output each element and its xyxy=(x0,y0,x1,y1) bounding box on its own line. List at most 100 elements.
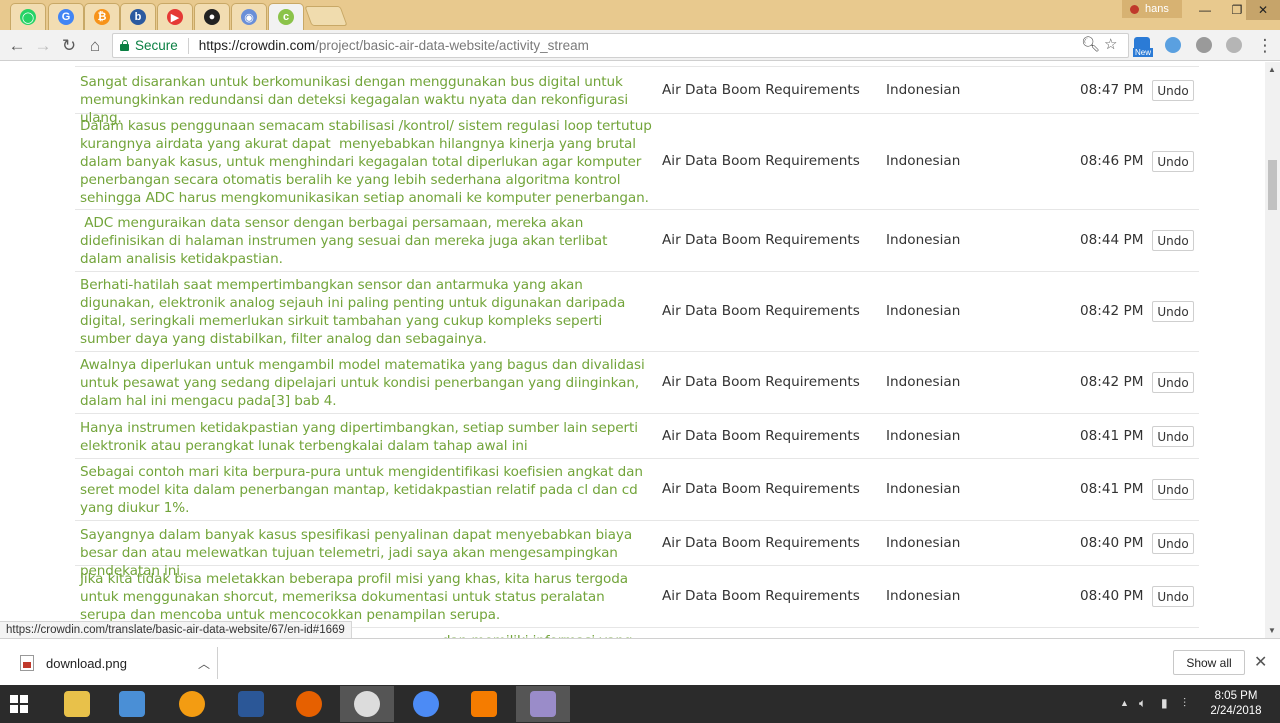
undo-button[interactable]: Undo xyxy=(1152,586,1194,607)
browser-tab[interactable]: b xyxy=(120,3,156,30)
firefox-icon xyxy=(296,691,322,717)
table-row-cutoff-top xyxy=(75,62,1199,67)
new-tab-button[interactable] xyxy=(304,6,348,26)
extension-puzzle-icon[interactable] xyxy=(1165,37,1181,53)
close-icon[interactable]: ✕ xyxy=(1254,652,1267,672)
chrome-icon xyxy=(354,691,380,717)
profile-avatar-icon xyxy=(1130,4,1139,14)
vlc-icon xyxy=(471,691,497,717)
undo-button[interactable]: Undo xyxy=(1152,151,1194,172)
browser-tab[interactable]: G xyxy=(48,3,84,30)
github-icon: ● xyxy=(204,9,220,25)
taskbar-app[interactable] xyxy=(105,686,159,722)
zoom-icon[interactable]: 🔍︎ xyxy=(1081,35,1100,53)
bookmark-star-icon[interactable]: ☆ xyxy=(1104,35,1117,53)
bookmark-tab-icon: b xyxy=(130,9,146,25)
activity-row: Sebagai contoh mari kita berpura-pura un… xyxy=(75,459,1199,521)
chrome-canary-icon xyxy=(413,691,439,717)
file-name: Air Data Boom Requirements xyxy=(662,232,860,248)
download-item[interactable]: download.png ︿ xyxy=(10,647,216,679)
taskbar-app[interactable] xyxy=(340,686,394,722)
taskbar-app[interactable] xyxy=(224,686,278,722)
link-status-bubble: https://crowdin.com/translate/basic-air-… xyxy=(0,621,352,639)
system-clock[interactable]: 8:05 PM 2/24/2018 xyxy=(1208,689,1264,719)
browser-tab[interactable]: ₿ xyxy=(84,3,120,30)
chevron-up-icon[interactable]: ︿ xyxy=(198,655,210,672)
scroll-down-arrow-icon[interactable]: ▼ xyxy=(1268,626,1276,635)
profile-button[interactable]: hans xyxy=(1122,0,1182,18)
timestamp: 08:42 PM xyxy=(1080,303,1144,319)
taskbar-app[interactable] xyxy=(516,686,570,722)
translation-text-link[interactable]: Sebagai contoh mari kita berpura-pura un… xyxy=(80,463,652,517)
activity-stream-page: Sangat disarankan untuk berkomunikasi de… xyxy=(0,62,1265,638)
forward-button[interactable]: → xyxy=(31,34,55,58)
taskbar-app[interactable] xyxy=(165,686,219,722)
browser-tab[interactable]: c xyxy=(268,3,304,30)
close-window-button[interactable]: ✕ xyxy=(1246,0,1280,20)
undo-button[interactable]: Undo xyxy=(1152,230,1194,251)
undo-button[interactable]: Undo xyxy=(1152,533,1194,554)
undo-button[interactable]: Undo xyxy=(1152,80,1194,101)
whatsapp-icon: ◯ xyxy=(20,9,36,25)
windows-taskbar: ▲ 🔈︎ ▮ ⫶ 8:05 PM 2/24/2018 xyxy=(0,685,1280,723)
eye-icon: ◉ xyxy=(241,9,257,25)
lock-icon xyxy=(120,40,129,51)
network-signal-icon[interactable]: ⫶ xyxy=(1183,696,1186,711)
language-label: Indonesian xyxy=(886,82,961,98)
secure-label: Secure xyxy=(135,38,178,53)
language-label: Indonesian xyxy=(886,588,961,604)
browser-tab[interactable]: ◉ xyxy=(231,3,267,30)
battery-icon[interactable]: ▮ xyxy=(1161,696,1168,710)
new-badge: New xyxy=(1133,48,1154,57)
taskbar-app[interactable] xyxy=(457,686,511,722)
browser-toolbar: ← → ↻ ⌂ Secure https://crowdin.com/proje… xyxy=(0,30,1280,61)
file-name: Air Data Boom Requirements xyxy=(662,481,860,497)
translation-text-link[interactable]: Jika kita tidak bisa meletakkan beberapa… xyxy=(80,570,652,624)
download-divider xyxy=(217,647,218,679)
translation-text-link[interactable]: Berhati-hatilah saat mempertimbangkan se… xyxy=(80,276,652,348)
back-button[interactable]: ← xyxy=(5,34,29,58)
reload-button[interactable]: ↻ xyxy=(57,34,81,58)
translation-text-link[interactable]: Dalam kasus penggunaan semacam stabilisa… xyxy=(80,117,652,207)
extension-gray-icon[interactable] xyxy=(1196,37,1212,53)
language-label: Indonesian xyxy=(886,232,961,248)
extension-globe-icon[interactable] xyxy=(1226,37,1242,53)
undo-button[interactable]: Undo xyxy=(1152,479,1194,500)
scroll-up-arrow-icon[interactable]: ▲ xyxy=(1268,65,1276,74)
translation-text-link[interactable]: Awalnya diperlukan untuk mengambil model… xyxy=(80,356,652,410)
url-host: https://crowdin.com xyxy=(198,38,316,53)
browser-tab-strip: ◯ G ₿ b ▶ ● ◉ c hans — ❐ ✕ xyxy=(0,0,1280,30)
activity-row: Berhati-hatilah saat mempertimbangkan se… xyxy=(75,272,1199,352)
page-scrollbar[interactable]: ▲ ▼ xyxy=(1265,62,1280,638)
undo-button[interactable]: Undo xyxy=(1152,301,1194,322)
volume-icon[interactable]: 🔈︎ xyxy=(1139,696,1146,711)
activity-row: Hanya instrumen ketidakpastian yang dipe… xyxy=(75,414,1199,459)
minimize-button[interactable]: — xyxy=(1188,0,1222,20)
timestamp: 08:46 PM xyxy=(1080,153,1144,169)
download-file-name: download.png xyxy=(46,655,127,671)
chrome-menu-icon[interactable]: ⋮ xyxy=(1253,34,1277,58)
timestamp: 08:41 PM xyxy=(1080,428,1144,444)
taskbar-app[interactable] xyxy=(282,686,336,722)
taskbar-app[interactable] xyxy=(399,686,453,722)
timestamp: 08:41 PM xyxy=(1080,481,1144,497)
browser-tab[interactable]: ▶ xyxy=(157,3,193,30)
undo-button[interactable]: Undo xyxy=(1152,372,1194,393)
scrollbar-thumb[interactable] xyxy=(1268,160,1277,210)
orange-app-icon xyxy=(179,691,205,717)
translation-text-link[interactable]: Hanya instrumen ketidakpastian yang dipe… xyxy=(80,419,652,455)
address-bar[interactable]: Secure https://crowdin.com/project/basic… xyxy=(112,33,1129,58)
tray-overflow-icon[interactable]: ▲ xyxy=(1120,698,1129,708)
url-path: /project/basic-air-data-website/activity… xyxy=(315,38,589,53)
translation-text-link[interactable]: ADC menguraikan data sensor dengan berba… xyxy=(80,214,652,268)
home-button[interactable]: ⌂ xyxy=(83,34,107,58)
taskbar-app[interactable] xyxy=(50,686,104,722)
show-all-downloads-button[interactable]: Show all xyxy=(1173,650,1245,675)
undo-button[interactable]: Undo xyxy=(1152,426,1194,447)
timestamp: 08:42 PM xyxy=(1080,374,1144,390)
browser-tab[interactable]: ● xyxy=(194,3,230,30)
browser-tab[interactable]: ◯ xyxy=(10,3,46,30)
windows-start-icon[interactable] xyxy=(10,695,28,713)
omnibox-divider xyxy=(187,37,189,54)
language-label: Indonesian xyxy=(886,428,961,444)
